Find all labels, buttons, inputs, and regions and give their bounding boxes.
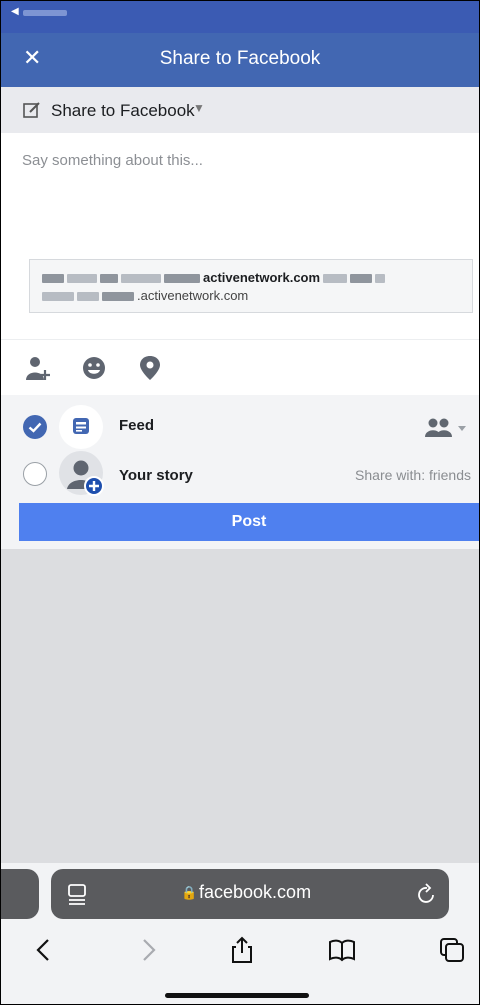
feeling-icon[interactable] — [81, 354, 107, 382]
location-icon[interactable] — [137, 354, 163, 382]
link-preview-title-domain: activenetwork.com — [203, 270, 321, 285]
forward-icon[interactable] — [133, 935, 163, 965]
composer-placeholder: Say something about this... — [22, 152, 203, 169]
home-indicator[interactable] — [165, 993, 309, 998]
feed-checkbox[interactable] — [23, 415, 47, 439]
privacy-friends-icon[interactable] — [425, 417, 469, 444]
back-icon[interactable] — [29, 935, 59, 965]
lock-icon: 🔒 — [181, 885, 198, 900]
tabs-icon[interactable] — [437, 935, 467, 965]
reload-icon[interactable] — [415, 882, 437, 906]
link-preview-url: .activenetwork.com — [42, 288, 248, 303]
previous-tab-peek[interactable] — [1, 869, 39, 919]
link-preview-title: activenetwork.com — [42, 270, 388, 285]
url-text: facebook.com — [199, 882, 312, 902]
edit-icon — [23, 102, 40, 118]
screen: ◀ ✕ Share to Facebook Share to Facebook … — [0, 0, 480, 1005]
empty-area — [1, 549, 479, 863]
feed-option[interactable]: Feed — [1, 399, 479, 451]
feed-label: Feed — [119, 417, 155, 434]
link-preview-url-domain: .activenetwork.com — [137, 288, 249, 303]
tag-people-icon[interactable] — [25, 354, 51, 382]
story-checkbox[interactable] — [23, 462, 47, 486]
checkmark-icon — [28, 422, 42, 433]
page-menu-icon[interactable] — [67, 883, 87, 905]
share-destination-label: Share to Facebook — [51, 101, 195, 120]
story-share-with[interactable]: Share with: friends — [355, 467, 471, 483]
story-option[interactable]: Your story Share with: friends — [1, 449, 479, 501]
address-bar[interactable]: 🔒 facebook.com — [51, 869, 449, 919]
back-to-app-label — [23, 10, 67, 16]
back-to-app-icon[interactable]: ◀ — [11, 6, 19, 17]
browser-toolbar: 🔒 facebook.com — [1, 863, 479, 1004]
story-avatar-icon — [59, 451, 104, 496]
chevron-down-icon: ▼ — [193, 101, 205, 115]
composer-tools — [1, 339, 479, 396]
share-header: ✕ Share to Facebook — [1, 33, 479, 87]
post-button[interactable]: Post — [19, 503, 479, 541]
page-title: Share to Facebook — [159, 48, 321, 69]
link-preview-card: activenetwork.com .activenetwork.com — [29, 259, 473, 313]
bookmarks-icon[interactable] — [327, 935, 357, 965]
feed-icon — [59, 405, 103, 449]
share-destination-selector[interactable]: Share to Facebook ▼ — [1, 87, 479, 133]
story-label: Your story — [119, 467, 193, 484]
share-icon[interactable] — [227, 935, 257, 965]
status-bar: ◀ — [1, 1, 479, 33]
